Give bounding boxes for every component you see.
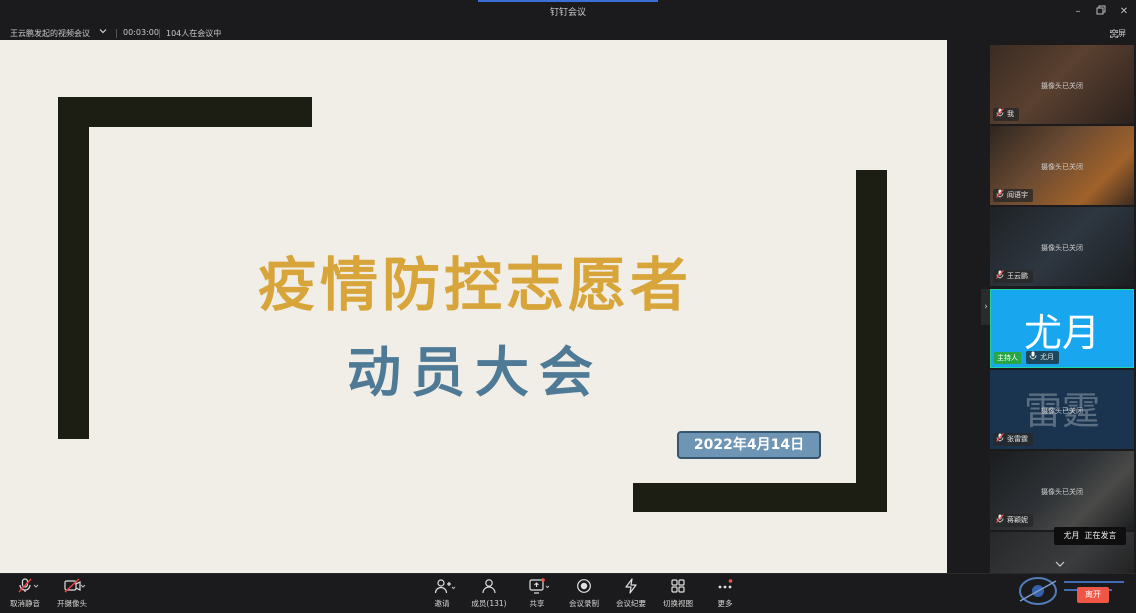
chevron-down-icon[interactable] bbox=[98, 26, 108, 38]
attendee-count: 104人在会议中 bbox=[166, 29, 222, 38]
meeting-toolbar: 取消静音 开摄像头 邀请 成员(131) 共享 会议录制 会议纪要 切换视图 更… bbox=[0, 573, 1136, 613]
camera-label: 开摄像头 bbox=[57, 599, 87, 608]
camera-button[interactable]: 开摄像头 bbox=[50, 578, 94, 609]
unmute-button[interactable]: 取消静音 bbox=[3, 578, 47, 609]
participant-avatar-text: 尤月 bbox=[1023, 311, 1100, 355]
meeting-title[interactable]: 王云鹏发起的视频会议 bbox=[10, 28, 90, 39]
minutes-button[interactable]: 会议纪要 bbox=[609, 578, 653, 609]
minutes-label: 会议纪要 bbox=[616, 599, 646, 608]
record-button[interactable]: 会议录制 bbox=[562, 578, 606, 609]
participant-tile[interactable]: 摄像头已关闭 我 bbox=[990, 45, 1134, 124]
more-icon bbox=[717, 578, 733, 594]
minutes-icon bbox=[623, 578, 639, 594]
participant-name: 阎语宇 bbox=[1007, 191, 1028, 199]
members-icon bbox=[481, 578, 497, 594]
members-button[interactable]: 成员(131) bbox=[467, 578, 511, 609]
mic-muted-icon bbox=[996, 433, 1004, 442]
switch-view-button[interactable]: 切换视图 bbox=[656, 578, 700, 609]
camera-off-text: 摄像头已关闭 bbox=[1041, 488, 1083, 496]
speaking-status: 正在发言 bbox=[1084, 531, 1117, 540]
slide-frame-right bbox=[856, 170, 887, 512]
slide-frame-bottom-right bbox=[633, 483, 887, 512]
speaking-indicator: 尤月 正在发言 bbox=[1054, 527, 1126, 545]
invite-icon bbox=[434, 578, 456, 594]
camera-off-text: 摄像头已关闭 bbox=[1041, 163, 1083, 171]
camera-off-text: 摄像头已关闭 bbox=[1041, 244, 1083, 252]
camera-off-text: 摄像头已关闭 bbox=[1041, 407, 1083, 415]
mic-muted-icon bbox=[996, 189, 1004, 198]
participant-name-tag: 阎语宇 bbox=[993, 189, 1033, 202]
speaker-name: 尤月 bbox=[1063, 531, 1080, 540]
slide-frame-left bbox=[58, 97, 89, 439]
mic-muted-icon bbox=[996, 108, 1004, 117]
restore-icon[interactable] bbox=[1094, 5, 1108, 19]
participant-name: 王云鹏 bbox=[1007, 272, 1028, 280]
participant-name: 蒋颖妮 bbox=[1007, 516, 1028, 524]
participant-name: 我 bbox=[1007, 110, 1014, 118]
participant-tile[interactable]: 摄像头已关闭 王云鹏 bbox=[990, 207, 1134, 286]
unmute-label: 取消静音 bbox=[10, 599, 40, 608]
more-label: 更多 bbox=[717, 599, 733, 608]
participant-name-tag: 尤月 bbox=[1026, 351, 1059, 364]
invite-label: 邀请 bbox=[434, 599, 450, 608]
more-button[interactable]: 更多 bbox=[703, 578, 747, 609]
meeting-window: 钉钉会议 – ✕ 王云鹏发起的视频会议 00:03:00 104人在会议中 全屏… bbox=[0, 0, 1136, 613]
participant-tile[interactable]: 摄像头已关闭 蒋颖妮 bbox=[990, 451, 1134, 530]
participant-name: 尤月 bbox=[1040, 353, 1054, 361]
fullscreen-button[interactable]: 全屏 bbox=[1109, 28, 1126, 39]
participant-name-tag: 张雷霆 bbox=[993, 433, 1033, 446]
divider bbox=[116, 29, 117, 38]
participant-tile[interactable]: 摄像头已关闭 阎语宇 bbox=[990, 126, 1134, 205]
share-button[interactable]: 共享 bbox=[515, 578, 559, 609]
host-badge: 主持人 bbox=[994, 352, 1021, 364]
close-icon[interactable]: ✕ bbox=[1117, 5, 1131, 19]
mic-muted-icon bbox=[17, 578, 39, 594]
title-bar: 钉钉会议 – ✕ bbox=[0, 0, 1136, 24]
shared-screen: 疫情防控志愿者 动员大会 2022年4月14日 bbox=[0, 40, 947, 573]
window-title: 钉钉会议 bbox=[549, 8, 586, 18]
share-label: 共享 bbox=[529, 599, 545, 608]
participant-name-tag: 王云鹏 bbox=[993, 270, 1033, 283]
mic-muted-icon bbox=[996, 514, 1004, 523]
record-label: 会议录制 bbox=[569, 599, 599, 608]
share-icon bbox=[529, 578, 550, 594]
record-icon bbox=[576, 578, 592, 594]
slide-date: 2022年4月14日 bbox=[677, 431, 821, 459]
divider bbox=[159, 29, 160, 38]
members-label: 成员(131) bbox=[471, 599, 507, 608]
meeting-info-bar: 王云鹏发起的视频会议 00:03:00 104人在会议中 全屏 bbox=[0, 26, 1136, 40]
participant-name: 张雷霆 bbox=[1007, 435, 1028, 443]
meeting-duration: 00:03:00 bbox=[123, 28, 159, 37]
participant-name-tag: 蒋颖妮 bbox=[993, 514, 1033, 527]
minimize-icon[interactable]: – bbox=[1071, 5, 1085, 19]
camera-off-icon bbox=[64, 578, 86, 594]
participant-name-tag: 我 bbox=[993, 108, 1019, 121]
participant-tile[interactable]: 雷霆 摄像头已关闭 张雷霆 bbox=[990, 370, 1134, 449]
switch-view-label: 切换视图 bbox=[663, 599, 693, 608]
watermark-logo bbox=[1012, 567, 1136, 613]
title-accent-line bbox=[478, 0, 658, 2]
slide-subtitle: 动员大会 bbox=[347, 340, 603, 404]
invite-button[interactable]: 邀请 bbox=[420, 578, 464, 609]
grid-icon bbox=[670, 578, 686, 594]
mic-muted-icon bbox=[996, 270, 1004, 279]
mic-icon bbox=[1029, 351, 1037, 360]
leave-button[interactable]: 离开 bbox=[1077, 587, 1109, 603]
slide-title: 疫情防控志愿者 bbox=[257, 251, 692, 319]
fullscreen-icon bbox=[1109, 29, 1119, 39]
participant-tile-active[interactable]: 尤月 主持人 尤月 bbox=[990, 289, 1134, 368]
slide-frame-top-left bbox=[58, 97, 312, 127]
camera-off-text: 摄像头已关闭 bbox=[1041, 82, 1083, 90]
